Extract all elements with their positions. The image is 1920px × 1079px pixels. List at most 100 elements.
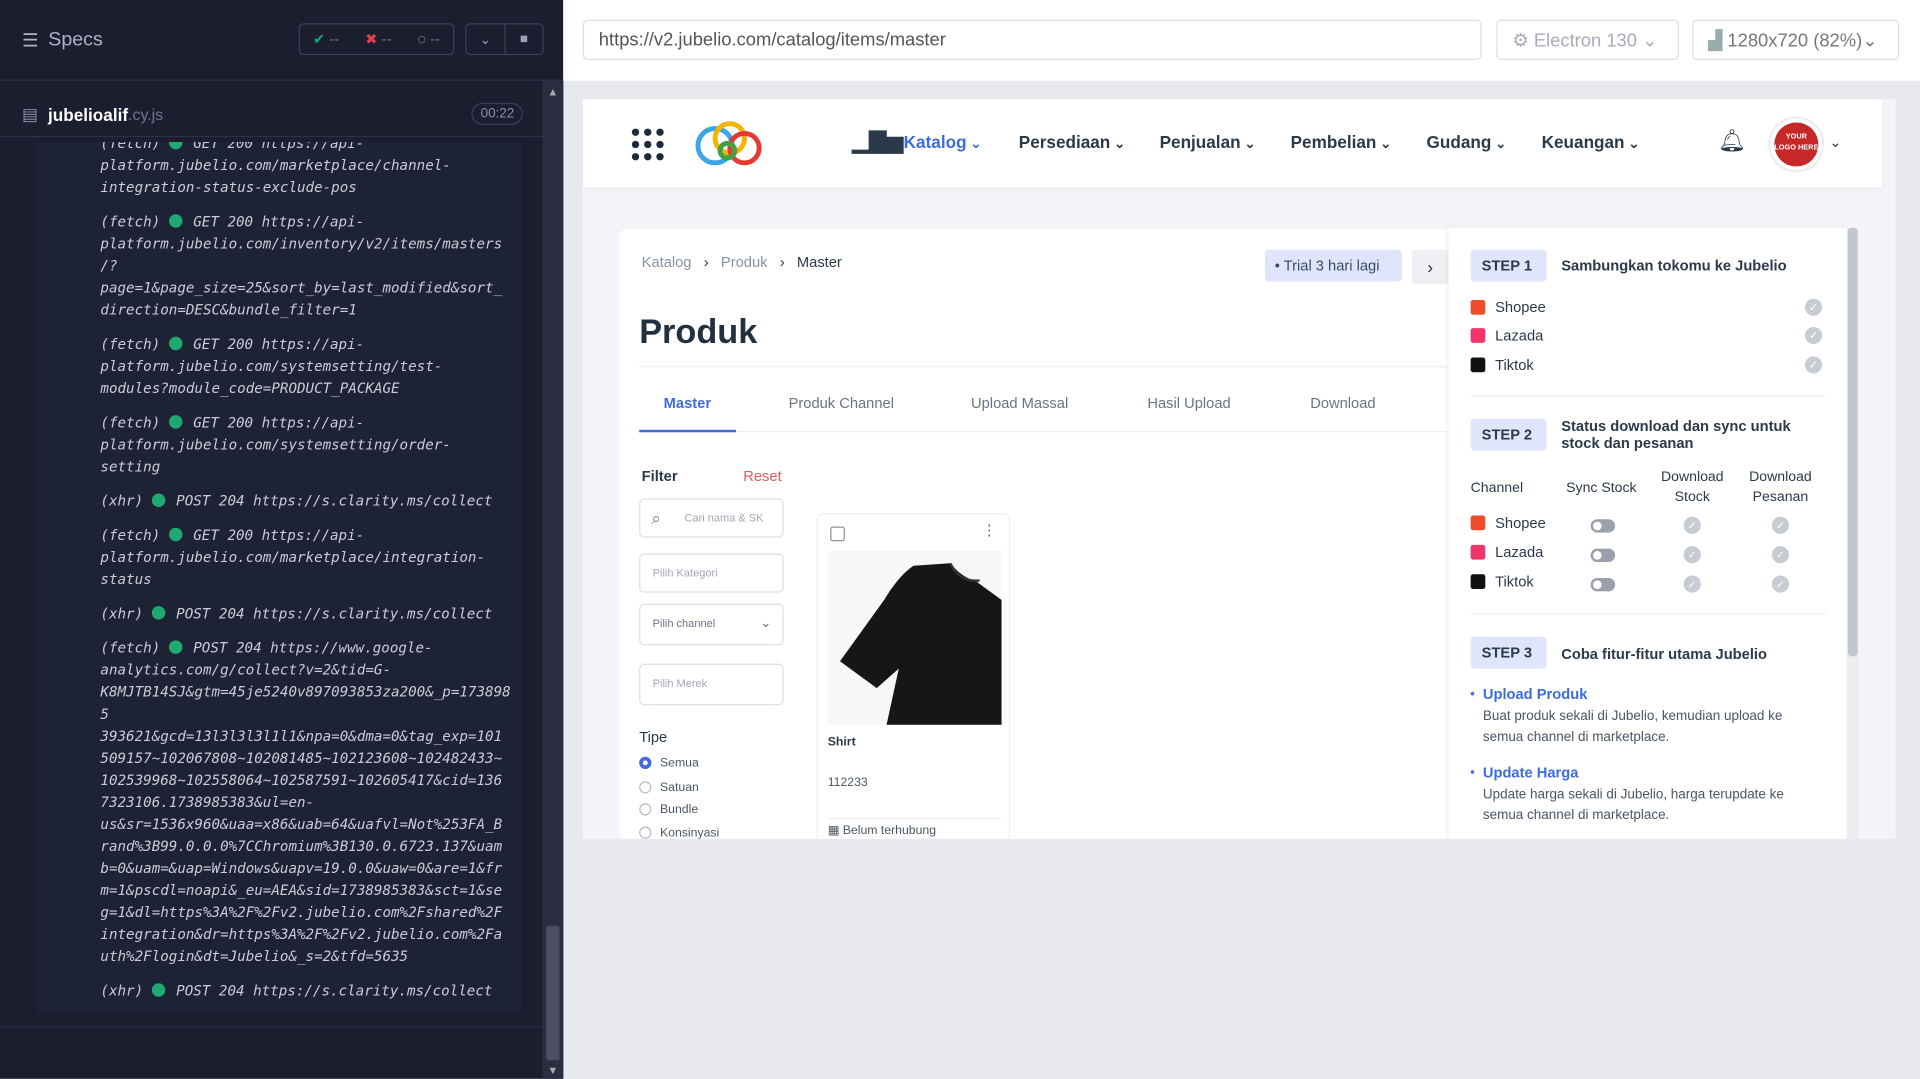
scroll-down-icon[interactable]: ▼: [547, 1064, 558, 1076]
log-entry[interactable]: (xhr) POST 204 https://s.clarity.ms/coll…: [37, 602, 522, 624]
step1-tiktok[interactable]: Tiktok: [1470, 356, 1534, 373]
tab-master[interactable]: Master: [664, 394, 711, 411]
avatar[interactable]: YOUR LOGO HERE: [1768, 116, 1825, 173]
active-tab-indicator: [639, 429, 736, 433]
avatar-logo: YOUR LOGO HERE: [1774, 122, 1818, 167]
category-select[interactable]: Pilih Kategori: [639, 553, 784, 593]
spec-file-ext: .cy.js: [128, 105, 164, 124]
shopee-icon: [1470, 515, 1486, 531]
viewport-info[interactable]: ▟ 1280x720 (82%)⌄: [1692, 19, 1900, 61]
log-line: integration&dr=https%3A%2F%2Fv2.jubelio.…: [100, 925, 503, 943]
app-scrollbar[interactable]: [1846, 227, 1859, 839]
nav-persediaan[interactable]: Persediaan ⌄: [1019, 132, 1126, 152]
channel-select[interactable]: Pilih channel ⌄: [639, 603, 784, 646]
chevron-down-icon[interactable]: ⌄: [1829, 133, 1841, 150]
nav-katalog[interactable]: Katalog ⌄: [904, 132, 982, 152]
nav-penjualan[interactable]: Penjualan ⌄: [1160, 132, 1256, 152]
nav-label: Keuangan: [1541, 132, 1625, 152]
bell-icon[interactable]: 🔔︎: [1718, 129, 1746, 155]
chevron-down-icon: ⌄: [1110, 137, 1126, 152]
check-icon: ✔: [312, 30, 326, 48]
sync-stock-toggle[interactable]: [1590, 548, 1616, 563]
sync-stock-toggle[interactable]: [1590, 577, 1616, 592]
tab-upload-massal[interactable]: Upload Massal: [971, 394, 1068, 411]
log-line: m=1&pscdl=noapi&_eu=AEA&sid=1738985383&s…: [100, 881, 503, 899]
radio-konsinyasi[interactable]: Konsinyasi: [639, 826, 719, 839]
log-entry[interactable]: (fetch) GET 200 https://api-platform.jub…: [37, 411, 522, 477]
specs-icon[interactable]: ☰: [22, 29, 38, 51]
breadcrumb-produk[interactable]: Produk: [721, 253, 768, 270]
browser-selector[interactable]: ⚙ Electron 130 ⌄: [1496, 19, 1679, 61]
trial-badge[interactable]: • Trial 3 hari lagi: [1264, 249, 1403, 282]
radio-satuan[interactable]: Satuan: [639, 781, 699, 795]
log-entry[interactable]: (fetch) GET 200 https://api-platform.jub…: [37, 142, 522, 198]
status-dot-icon: [151, 606, 166, 620]
product-name: Shirt: [827, 735, 856, 750]
url-bar[interactable]: https://v2.jubelio.com/catalog/items/mas…: [582, 19, 1482, 61]
chevron-down-icon: ⌄: [760, 615, 772, 631]
log-line: platform.jubelio.com/inventory/v2/items/…: [100, 235, 503, 253]
sync-stock-toggle[interactable]: [1590, 519, 1616, 533]
log-entry[interactable]: (fetch) GET 200 https://api-platform.jub…: [37, 524, 522, 590]
product-image: [827, 551, 1002, 725]
shopee-icon: [1470, 300, 1486, 315]
breadcrumb-katalog[interactable]: Katalog: [642, 253, 692, 270]
step1-lazada[interactable]: Lazada: [1470, 327, 1543, 344]
log-line: (fetch) GET 200 https://api-: [100, 213, 365, 231]
product-sku: 112233: [827, 776, 868, 790]
log-scrollbar[interactable]: ▲ ▼: [542, 80, 564, 1079]
log-entry[interactable]: (xhr) POST 204 https://s.clarity.ms/coll…: [37, 980, 522, 1002]
radio-semua[interactable]: Semua: [639, 756, 699, 770]
status-dot-icon: [168, 640, 183, 654]
chevron-down-icon[interactable]: ⌄: [467, 24, 504, 53]
nav-pembelian[interactable]: Pembelian ⌄: [1291, 132, 1392, 152]
tab-produk-channel[interactable]: Produk Channel: [789, 394, 894, 411]
log-entry[interactable]: (fetch) GET 200 https://api-platform.jub…: [37, 211, 522, 321]
log-entry[interactable]: (fetch) GET 200 https://api-platform.jub…: [37, 333, 522, 399]
nav-keuangan[interactable]: Keuangan ⌄: [1542, 132, 1640, 152]
status-dot-icon: [168, 527, 183, 542]
divider: [0, 1026, 543, 1028]
run-timer: 00:22: [472, 102, 523, 125]
spec-file-row[interactable]: ▤ jubelioalif .cy.js 00:22: [0, 93, 543, 138]
feature-update-harga[interactable]: Update Harga: [1470, 764, 1578, 781]
log-line: (fetch) GET 200 https://api-: [100, 142, 514, 154]
kebab-menu-icon[interactable]: ⋮: [982, 522, 997, 539]
search-icon: ⌕: [651, 508, 662, 528]
nav-gudang[interactable]: Gudang ⌄: [1427, 132, 1507, 152]
viewport-icon: ▟: [1708, 30, 1728, 52]
lazada-icon: [1470, 544, 1486, 560]
specs-label[interactable]: Specs: [48, 29, 102, 51]
tab-bar: Master Produk Channel Upload Massal Hasi…: [639, 366, 1448, 433]
step1-shopee[interactable]: Shopee: [1470, 299, 1546, 316]
tab-hasil-upload[interactable]: Hasil Upload: [1147, 394, 1230, 411]
chart-icon[interactable]: ▁▇▅: [852, 129, 903, 155]
tab-download[interactable]: Download: [1310, 394, 1375, 411]
log-entry[interactable]: (fetch) POST 204 https://www.google-anal…: [37, 637, 522, 968]
check-icon: ✓: [1804, 356, 1823, 374]
filter-label: Filter: [641, 467, 678, 485]
fail-stat: ✖ --: [365, 30, 392, 48]
top-nav: ▁▇▅ Katalog ⌄ Persediaan ⌄ Penjualan ⌄ Pemb…: [582, 99, 1883, 188]
log-line: platform.jubelio.com/systemsetting/order…: [100, 435, 451, 454]
chevron-right-icon[interactable]: ›: [1411, 249, 1449, 285]
product-checkbox[interactable]: [830, 526, 845, 542]
product-card[interactable]: ⋮ Shirt 112233 ▦ Belum terhubung: [816, 513, 1011, 839]
feature-desc: Update harga sekali di Jubelio, harga te…: [1482, 787, 1784, 823]
apps-grid-icon[interactable]: [631, 128, 664, 161]
chevron-down-icon: ⌄: [1624, 137, 1640, 152]
scroll-thumb[interactable]: [546, 925, 560, 1061]
radio-bundle[interactable]: Bundle: [639, 803, 698, 817]
log-entry[interactable]: (xhr) POST 204 https://s.clarity.ms/coll…: [37, 490, 522, 512]
brand-select[interactable]: Pilih Merek: [639, 663, 784, 706]
reset-button[interactable]: Reset: [743, 468, 781, 485]
scroll-thumb[interactable]: [1847, 227, 1858, 657]
feature-upload-produk[interactable]: Upload Produk: [1470, 686, 1587, 703]
stop-icon[interactable]: ■: [503, 24, 543, 54]
search-input[interactable]: ⌕ Cari nama & SK: [639, 498, 784, 538]
log-line: 7323106.1738985383&ul=en-: [100, 793, 315, 811]
jubelio-logo[interactable]: [691, 119, 767, 168]
scroll-up-icon[interactable]: ▲: [547, 86, 558, 98]
store-icon: ▦: [827, 824, 843, 838]
step3-title: Coba fitur-fitur utama Jubelio: [1561, 645, 1767, 663]
